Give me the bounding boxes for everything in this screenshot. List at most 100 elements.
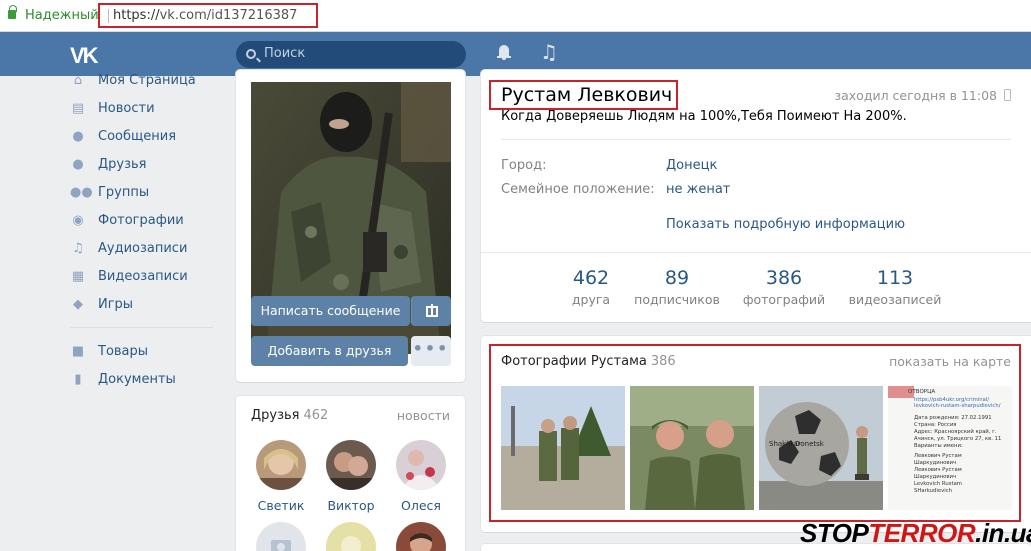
stat-value: 113 xyxy=(876,267,914,289)
stat-label: подписчиков xyxy=(634,292,720,307)
url-path: vk.com/id137216387 xyxy=(159,8,298,23)
relationship-label: Семейное положение: xyxy=(501,182,655,197)
photos-card: Фотографии Рустама 386 показать на карте … xyxy=(481,336,1031,532)
avatar-card: Написать сообщение Добавить в друзья ••• xyxy=(236,70,465,382)
info-divider xyxy=(501,139,1011,140)
friends-news-link[interactable]: новости xyxy=(397,408,450,423)
music-icon[interactable]: ♫ xyxy=(540,42,558,62)
show-more-info-link[interactable]: Показать подробную информацию xyxy=(666,217,905,232)
friends-card: Друзья 462 новости Светик Виктор Олеся xyxy=(236,396,465,551)
screenshot-birth: Дата рождения: 27.02.1991 xyxy=(914,415,992,421)
sidebar-item-label: Моя Страница xyxy=(98,73,196,88)
photos-header[interactable]: Фотографии Рустама 386 xyxy=(501,354,676,369)
friend-item[interactable]: Олеся xyxy=(388,440,454,513)
secure-label[interactable]: Надежный xyxy=(25,8,99,23)
avatar xyxy=(396,440,446,490)
stat-value: 89 xyxy=(664,267,690,289)
friend-item[interactable] xyxy=(318,522,384,551)
mobile-phone-icon xyxy=(1004,89,1011,101)
friends-count: 462 xyxy=(303,408,329,423)
screenshot-variant-2: Шаркудинович xyxy=(914,460,956,466)
show-on-map-link[interactable]: показать на карте xyxy=(889,354,1011,369)
screenshot-variant-5: Levkovich Rustam xyxy=(914,481,962,487)
photo-thumbnail[interactable] xyxy=(630,386,754,510)
screenshot-variants: Варианты имени: xyxy=(914,443,963,449)
sidebar-item-label: Товары xyxy=(98,344,149,359)
url-scheme: https:// xyxy=(113,8,160,23)
photo-thumbnail[interactable]: ОТВОРЦА https://psb4ukr.org/criminal/ le… xyxy=(888,386,1012,510)
avatar xyxy=(396,522,446,551)
screenshot-variant-6: SHarkudievich xyxy=(914,488,952,494)
video-icon: ▦ xyxy=(71,269,85,284)
watermark-stop: STOP xyxy=(800,518,869,548)
avatar xyxy=(326,522,376,551)
profile-name-highlight: Рустам Левкович xyxy=(489,80,678,110)
watermark-terror: TERROR xyxy=(868,518,976,548)
friend-item[interactable] xyxy=(248,522,314,551)
sidebar-item-messages[interactable]: ● Сообщения xyxy=(70,126,220,150)
friend-name: Олеся xyxy=(401,498,441,513)
stat-videos[interactable]: 113 видеозаписей xyxy=(845,267,945,307)
sidebar-item-news[interactable]: ▤ Новости xyxy=(70,98,220,122)
city-value[interactable]: Донецк xyxy=(666,158,717,173)
url-field[interactable]: https://vk.com/id137216387 xyxy=(98,3,318,28)
search-input[interactable]: Поиск xyxy=(236,41,466,68)
sidebar-item-groups[interactable]: ●● Группы xyxy=(70,182,220,206)
stat-followers[interactable]: 89 подписчиков xyxy=(627,267,727,307)
stat-friends[interactable]: 462 друга xyxy=(541,267,641,307)
camera-placeholder-icon xyxy=(256,522,306,551)
sidebar-item-video[interactable]: ▦ Видеозаписи xyxy=(70,266,220,290)
stat-label: друга xyxy=(571,292,611,307)
friend-name: Виктор xyxy=(327,498,375,513)
sidebar-item-my-page[interactable]: ⌂ Моя Страница xyxy=(70,70,220,94)
add-friend-button[interactable]: Добавить в друзья xyxy=(251,336,408,366)
sidebar-item-label: Друзья xyxy=(98,157,147,172)
bag-icon: ■ xyxy=(71,344,85,359)
profile-status[interactable]: Когда Доверяешь Людям на 100%,Тебя Поиме… xyxy=(501,109,907,124)
document-icon: ▮ xyxy=(74,372,82,387)
send-message-button[interactable]: Написать сообщение xyxy=(251,296,410,326)
sidebar-item-label: Группы xyxy=(98,185,150,200)
avatar xyxy=(326,440,376,490)
groups-icon: ●● xyxy=(70,185,93,200)
gift-icon[interactable] xyxy=(411,296,451,326)
news-icon: ▤ xyxy=(71,101,85,116)
vk-logo[interactable]: VK xyxy=(70,43,104,68)
screenshot-country: Страна: Россия xyxy=(914,422,956,428)
stat-photos[interactable]: 386 фотографий xyxy=(734,267,834,307)
stat-value: 462 xyxy=(572,267,610,289)
sidebar-item-label: Игры xyxy=(98,297,134,312)
watermark-domain: .in.ua xyxy=(975,518,1031,548)
messages-icon: ● xyxy=(72,129,84,144)
sidebar-item-label: Новости xyxy=(98,101,155,116)
sidebar-item-audio[interactable]: ♫ Аудиозаписи xyxy=(70,238,220,262)
screenshot-variant-4: Шаркудинович xyxy=(914,474,956,480)
watermark-logo: STOPTERROR.in.ua xyxy=(800,518,1031,549)
photo-thumbnail[interactable] xyxy=(501,386,625,510)
screenshot-variant-3: Левкович Рустам xyxy=(914,467,962,473)
gamepad-icon: ◆ xyxy=(73,297,83,312)
friend-item[interactable]: Светик xyxy=(248,440,314,513)
city-label: Город: xyxy=(501,158,547,173)
friend-item[interactable] xyxy=(388,522,454,551)
bell-icon[interactable] xyxy=(497,45,511,60)
stat-label: видеозаписей xyxy=(848,292,942,307)
sidebar-item-label: Документы xyxy=(98,372,176,387)
friend-item[interactable]: Виктор xyxy=(318,440,384,513)
sidebar-item-games[interactable]: ◆ Игры xyxy=(70,294,220,318)
sidebar-item-photos[interactable]: ◉ Фотографии xyxy=(70,210,220,234)
relationship-value[interactable]: не женат xyxy=(666,182,730,197)
sidebar-item-label: Аудиозаписи xyxy=(98,241,188,256)
sidebar-item-friends[interactable]: ● Друзья xyxy=(70,154,220,178)
profile-info-card: Рустам Левкович заходил сегодня в 11:08 … xyxy=(481,70,1031,322)
screenshot-heading: ОТВОРЦА xyxy=(908,389,935,395)
sidebar-item-documents[interactable]: ▮ Документы xyxy=(70,369,220,393)
url-text[interactable]: https://vk.com/id137216387 xyxy=(113,8,297,23)
sidebar-item-goods[interactable]: ■ Товары xyxy=(70,341,220,365)
more-actions-button[interactable]: ••• xyxy=(411,336,451,366)
friends-header[interactable]: Друзья 462 xyxy=(251,408,328,423)
sidebar-item-label: Сообщения xyxy=(98,129,177,144)
photo-thumbnail[interactable]: Shakhtar Donetsk xyxy=(759,386,883,510)
screenshot-address-2: Ачинск, ул. Трицкого 27, кв. 11 xyxy=(914,436,1001,442)
browser-address-bar: Надежный https://vk.com/id137216387 xyxy=(0,0,1031,32)
